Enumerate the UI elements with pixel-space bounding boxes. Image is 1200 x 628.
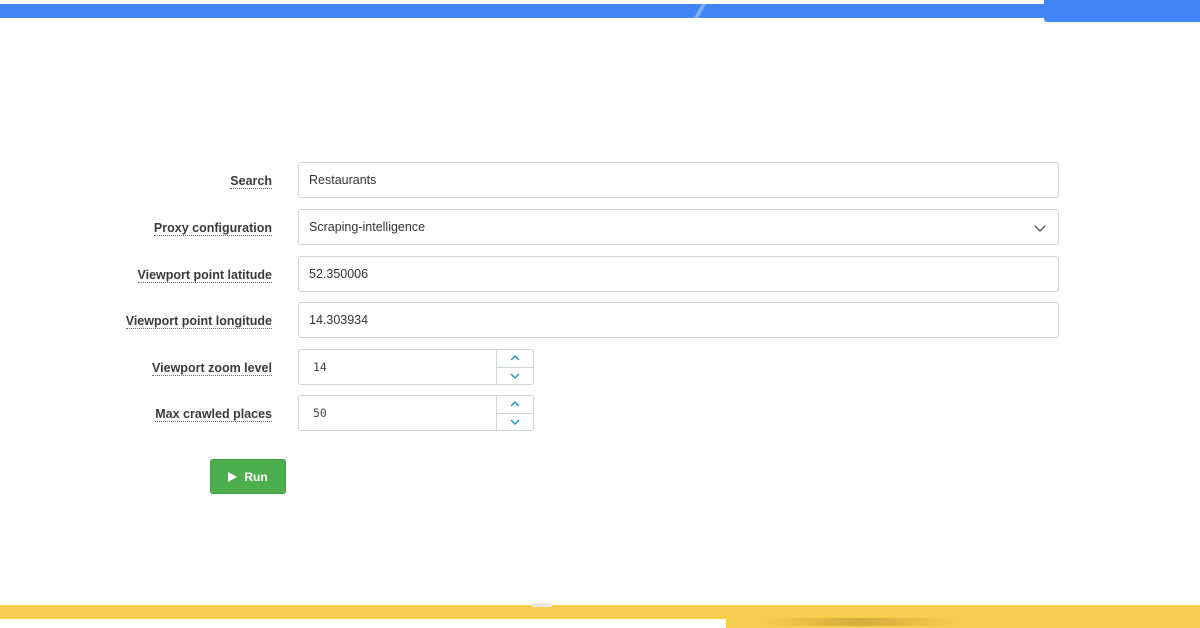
run-button-label: Run bbox=[244, 469, 268, 484]
latitude-input-value: 52.350006 bbox=[309, 267, 369, 281]
zoom-input[interactable]: 14 bbox=[298, 349, 534, 385]
search-input[interactable]: Restaurants bbox=[298, 162, 1059, 198]
zoom-increment-button[interactable] bbox=[497, 350, 533, 367]
chevron-down-icon bbox=[510, 419, 520, 425]
run-button[interactable]: Run bbox=[210, 459, 286, 494]
max-places-decrement-button[interactable] bbox=[497, 412, 533, 431]
search-row: Search Restaurants bbox=[0, 162, 1200, 200]
latitude-row: Viewport point latitude 52.350006 bbox=[0, 256, 1200, 294]
max-places-stepper bbox=[496, 396, 533, 430]
zoom-label: Viewport zoom level bbox=[152, 360, 272, 376]
zoom-decrement-button[interactable] bbox=[497, 366, 533, 385]
search-label: Search bbox=[230, 173, 272, 189]
max-places-input[interactable]: 50 bbox=[298, 395, 534, 431]
chevron-up-icon bbox=[510, 355, 520, 361]
actor-input-form: Search Restaurants Proxy configuration S… bbox=[0, 0, 1200, 628]
search-input-value: Restaurants bbox=[309, 173, 377, 187]
max-places-row: Max crawled places 50 bbox=[0, 395, 1200, 433]
zoom-stepper bbox=[496, 350, 533, 384]
proxy-select[interactable]: Scraping-intelligence bbox=[298, 209, 1059, 245]
play-icon bbox=[228, 471, 238, 482]
latitude-label: Viewport point latitude bbox=[137, 267, 272, 283]
proxy-row: Proxy configuration Scraping-intelligenc… bbox=[0, 209, 1200, 247]
longitude-label: Viewport point longitude bbox=[125, 313, 272, 329]
zoom-row: Viewport zoom level 14 bbox=[0, 349, 1200, 387]
longitude-row: Viewport point longitude 14.303934 bbox=[0, 302, 1200, 340]
latitude-input[interactable]: 52.350006 bbox=[298, 256, 1059, 292]
chevron-down-icon bbox=[510, 373, 520, 379]
chevron-up-icon bbox=[510, 401, 520, 407]
proxy-select-value: Scraping-intelligence bbox=[309, 220, 426, 234]
chevron-down-icon bbox=[1034, 225, 1046, 232]
max-places-label: Max crawled places bbox=[155, 406, 272, 422]
longitude-input[interactable]: 14.303934 bbox=[298, 302, 1059, 338]
proxy-label: Proxy configuration bbox=[153, 220, 272, 236]
max-places-increment-button[interactable] bbox=[497, 396, 533, 413]
longitude-input-value: 14.303934 bbox=[309, 313, 369, 327]
